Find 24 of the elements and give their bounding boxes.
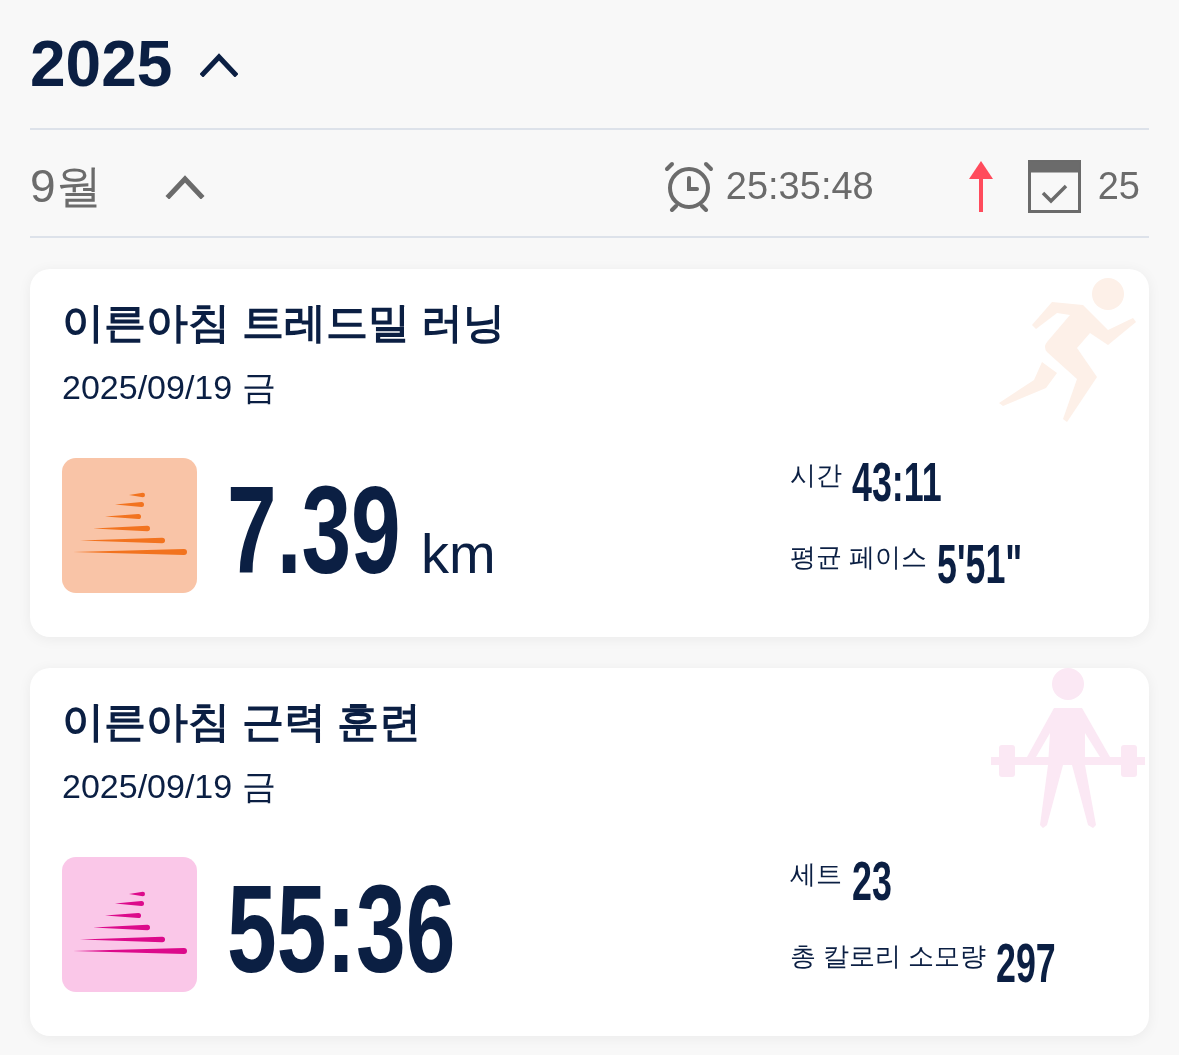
- stat-value: 23: [852, 853, 892, 909]
- stat-value: 43:11: [852, 454, 942, 510]
- month-label: 9월: [30, 163, 102, 209]
- alarm-clock-icon: [662, 160, 715, 212]
- stat-label: 평균 페이스: [790, 541, 928, 570]
- activity-count: 25: [1097, 167, 1140, 205]
- stat-value: 5'51": [937, 536, 1023, 592]
- unit-label: km: [420, 526, 496, 582]
- activity-date: 2025/09/19 금: [62, 367, 276, 407]
- activity-value: 7.39: [227, 468, 401, 592]
- speed-lines-icon: [62, 857, 197, 992]
- total-time: 25:35:48: [725, 167, 874, 205]
- activity-date: 2025/09/19 금: [62, 766, 276, 806]
- stat-label: 총 칼로리 소모량: [790, 940, 987, 969]
- activity-title: 이른아침 근력 훈련: [62, 697, 422, 747]
- chevron-icon[interactable]: [200, 51, 239, 77]
- stat-label: 세트: [790, 858, 842, 887]
- activity-value: 55:36: [227, 867, 456, 991]
- year-title: 2025: [30, 32, 173, 96]
- stat-value: 297: [996, 935, 1057, 991]
- speed-lines-icon: [62, 458, 197, 593]
- activity-title: 이른아침 트레드밀 러닝: [62, 298, 506, 348]
- stat-label: 시간: [790, 459, 842, 488]
- calendar-check-icon: [1027, 159, 1081, 213]
